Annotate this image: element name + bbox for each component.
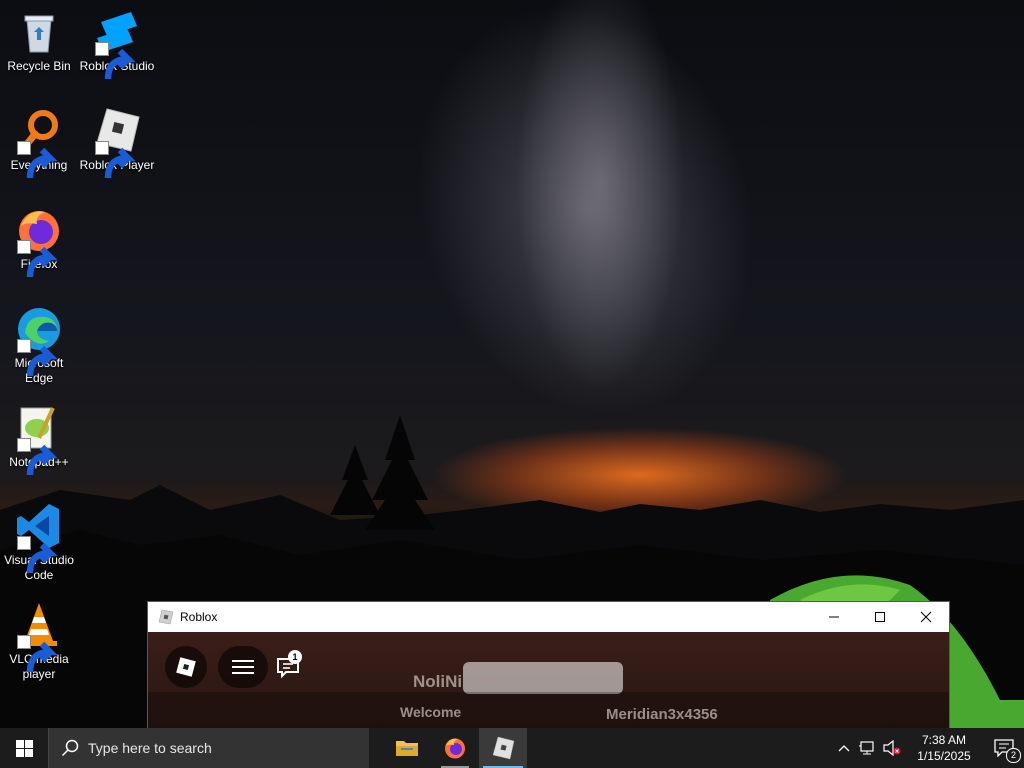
roblox-player-icon: [492, 736, 515, 760]
search-placeholder: Type here to search: [88, 740, 212, 756]
maximize-icon: [875, 612, 885, 622]
network-button[interactable]: [856, 728, 880, 768]
taskbar: Type here to search 7:38 AM 1/15/2025 2: [0, 728, 1024, 768]
search-icon: [61, 739, 79, 757]
action-center-button[interactable]: 2: [984, 728, 1024, 768]
shortcut-arrow-icon: [95, 141, 136, 179]
firefox-icon: [15, 206, 63, 278]
taskbar-file-explorer[interactable]: [383, 728, 431, 768]
roblox-studio-icon: [93, 8, 141, 80]
shortcut-arrow-icon: [17, 240, 58, 278]
desktop-icon-everything[interactable]: Everything: [0, 107, 79, 179]
everything-search-icon: [15, 107, 63, 179]
vlc-cone-icon: [15, 601, 63, 673]
shortcut-arrow-icon: [17, 635, 58, 673]
taskbar-clock[interactable]: 7:38 AM 1/15/2025: [904, 732, 984, 764]
clock-date: 1/15/2025: [917, 749, 971, 763]
show-hidden-icons-button[interactable]: [832, 728, 856, 768]
desktop-icon-roblox-player[interactable]: Roblox Player: [77, 107, 157, 179]
game-text-welcome: Welcome: [400, 704, 462, 720]
clock-time: 7:38 AM: [921, 733, 967, 747]
chevron-up-icon: [838, 745, 850, 752]
vscode-icon: [15, 502, 63, 574]
shortcut-arrow-icon: [17, 438, 58, 476]
window-titlebar[interactable]: Roblox: [148, 602, 949, 632]
desktop-icon-label: Recycle Bin: [7, 59, 71, 73]
hamburger-icon: [232, 660, 254, 674]
network-icon: [859, 741, 874, 755]
volume-button[interactable]: [880, 728, 904, 768]
windows-logo-icon: [15, 739, 33, 757]
desktop-icon-visual-studio-code[interactable]: Visual Studio Code: [0, 502, 79, 583]
shortcut-arrow-icon: [17, 141, 58, 179]
game-viewport[interactable]: NoliNi Welcome Meridian3x4356 1: [148, 632, 949, 728]
firefox-icon: [445, 738, 465, 759]
recycle-bin-icon: [15, 8, 63, 56]
desktop-icon-vlc[interactable]: VLC media player: [0, 601, 79, 682]
taskbar-roblox[interactable]: [479, 728, 527, 768]
desktop-icon-recycle-bin[interactable]: Recycle Bin: [0, 8, 79, 74]
minimize-icon: [829, 616, 839, 618]
desktop-icon-roblox-studio[interactable]: Roblox Studio: [77, 8, 157, 80]
minimize-button[interactable]: [811, 602, 857, 632]
shortcut-arrow-icon: [17, 339, 58, 377]
roblox-app-icon: [158, 609, 174, 625]
chat-unread-badge: 1: [288, 650, 302, 664]
volume-muted-icon: [883, 740, 901, 756]
notepad-plus-plus-icon: [15, 404, 63, 476]
close-button[interactable]: [903, 602, 949, 632]
notification-count-badge: 2: [1006, 748, 1021, 763]
desktop-icon-notepad-plus-plus[interactable]: Notepad++: [0, 404, 79, 476]
roblox-window[interactable]: Roblox NoliNi Welcome Meridian3x4356 1: [148, 602, 949, 728]
close-icon: [920, 611, 932, 623]
chat-button[interactable]: [268, 646, 308, 688]
shortcut-arrow-icon: [17, 536, 58, 574]
roblox-logo-icon: [176, 657, 196, 677]
shortcut-arrow-icon: [95, 42, 136, 80]
start-button[interactable]: [0, 728, 48, 768]
system-tray: 7:38 AM 1/15/2025 2: [832, 728, 1024, 768]
game-floor-band: [148, 692, 949, 728]
taskbar-firefox[interactable]: [431, 728, 479, 768]
roblox-menu-logo-button[interactable]: [165, 646, 207, 688]
game-text-player: NoliNi: [413, 672, 463, 691]
folder-icon: [396, 741, 418, 756]
taskbar-search-box[interactable]: Type here to search: [48, 728, 369, 768]
roblox-player-icon: [93, 107, 141, 179]
maximize-button[interactable]: [857, 602, 903, 632]
desktop-icon-microsoft-edge[interactable]: Microsoft Edge: [0, 305, 79, 386]
desktop-icon-firefox[interactable]: Firefox: [0, 206, 79, 278]
window-title: Roblox: [180, 610, 218, 624]
game-glow-panel: [463, 662, 623, 694]
edge-icon: [15, 305, 63, 377]
game-text-username: Meridian3x4356: [606, 706, 718, 723]
hamburger-menu-button[interactable]: [218, 646, 268, 688]
